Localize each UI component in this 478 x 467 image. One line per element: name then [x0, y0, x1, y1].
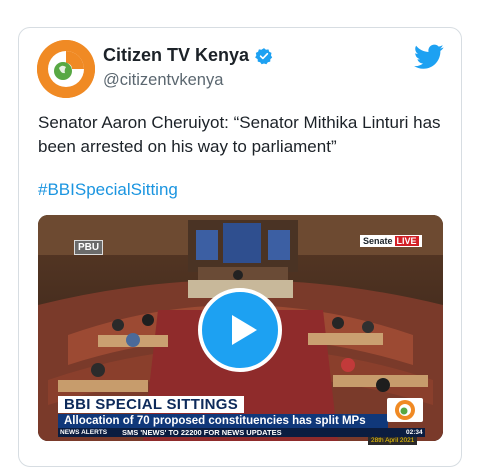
account-name-row[interactable]: Citizen TV Kenya: [103, 45, 273, 66]
citizen-tv-watermark-icon: [387, 398, 423, 422]
lower-third-title: BBI SPECIAL SITTINGS: [58, 396, 245, 413]
live-label: LIVE: [394, 236, 419, 246]
news-ticker: NEWS ALERTS SMS 'NEWS' TO 22200 FOR NEWS…: [58, 428, 425, 445]
pbu-badge: PBU: [74, 240, 104, 255]
hashtag-link[interactable]: #BBISpecialSitting: [38, 180, 178, 200]
verified-badge-icon: [255, 47, 273, 64]
citizen-tv-logo-icon: [37, 40, 95, 98]
play-button[interactable]: [198, 288, 282, 372]
profile-avatar[interactable]: [37, 40, 95, 98]
play-icon: [232, 315, 257, 345]
news-lower-third: BBI SPECIAL SITTINGS Allocation of 70 pr…: [38, 394, 443, 445]
ticker-label: NEWS ALERTS: [60, 429, 108, 436]
account-handle[interactable]: @citizentvkenya: [103, 71, 223, 90]
tweet-text: Senator Aaron Cheruiyot: “Senator Mithik…: [38, 113, 441, 156]
ticker-date: 28th April 2021: [368, 437, 418, 445]
senate-live-badge: Senate LIVE: [360, 235, 422, 247]
twitter-bird-icon[interactable]: [414, 44, 444, 70]
ticker-text: SMS 'NEWS' TO 22200 FOR NEWS UPDATES: [122, 428, 282, 437]
lower-third-subtitle: Allocation of 70 proposed constituencies…: [58, 414, 388, 428]
account-name[interactable]: Citizen TV Kenya: [103, 45, 249, 66]
senate-label: Senate: [363, 236, 393, 246]
